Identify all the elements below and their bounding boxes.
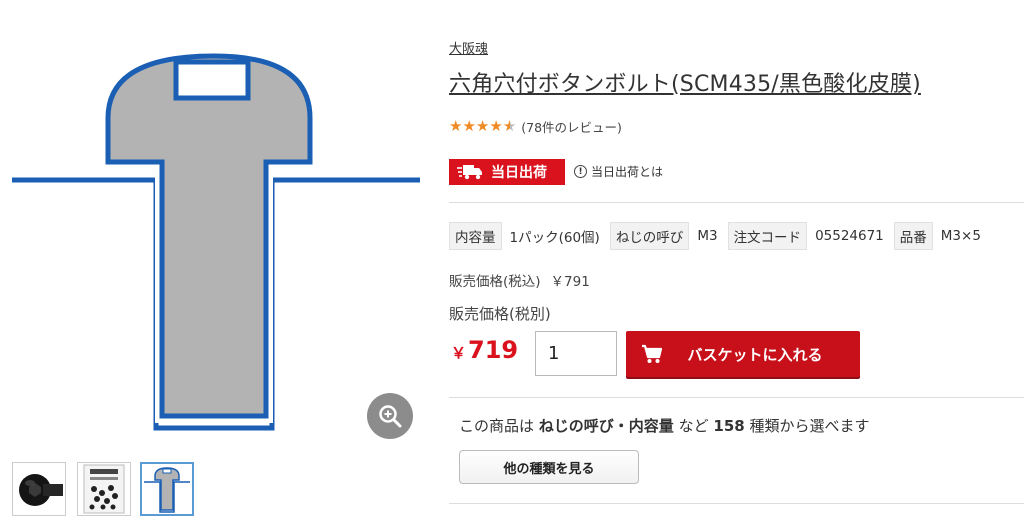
truck-icon (457, 164, 483, 180)
variant-suffix: 種類から選べます (749, 417, 870, 435)
thumbnail-3[interactable] (140, 462, 194, 516)
variant-middle: など (678, 417, 709, 435)
price-currency: ￥ (451, 344, 467, 362)
brand-link[interactable]: 大阪魂 (449, 38, 488, 57)
screw-cross-section-diagram (12, 48, 420, 431)
variant-prefix: この商品は (459, 417, 535, 435)
spec-value: M3 (697, 228, 718, 244)
screw-diagram-thumbnail (144, 467, 190, 513)
zoom-in-icon (379, 405, 402, 428)
spec-label: ねじの呼び (609, 222, 690, 250)
add-to-basket-button[interactable]: バスケットに入れる (626, 331, 860, 377)
same-day-shipping-badge: 当日出荷 (449, 159, 565, 185)
variant-summary: この商品は ねじの呼び・内容量 など 158 種類から選べます (459, 415, 870, 436)
price-excluding-tax-label: 販売価格(税別) (449, 305, 551, 323)
package-photo (83, 464, 125, 514)
spec-label: 品番 (893, 222, 933, 250)
shipping-help-label: 当日出荷とは (591, 165, 664, 179)
view-other-variants-button[interactable]: 他の種類を見る (459, 450, 639, 484)
variant-count: 158 (713, 417, 745, 435)
cart-icon (632, 344, 672, 364)
spec-value: 05524671 (815, 228, 884, 244)
price-including-tax: 販売価格(税込) ￥791 (449, 270, 590, 290)
star-icon: ★ (449, 117, 463, 135)
variant-attributes: ねじの呼び・内容量 (538, 417, 674, 435)
black-button-bolt-photo (19, 474, 63, 506)
spec-label: 注文コード (727, 222, 808, 250)
same-day-shipping-help-link[interactable]: ! 当日出荷とは (574, 163, 663, 180)
price-value: 719 (468, 336, 519, 364)
product-title[interactable]: 六角穴付ボタンボルト(SCM435/黒色酸化皮膜) (449, 66, 921, 98)
quantity-input[interactable] (535, 331, 617, 376)
divider (449, 397, 1024, 398)
price-inc-value: ￥791 (550, 274, 590, 290)
product-main-image[interactable] (0, 40, 430, 450)
review-count-link[interactable]: (78件のレビュー) (521, 117, 622, 136)
add-to-basket-label: バスケットに入れる (687, 345, 823, 364)
divider (449, 503, 1024, 504)
spec-list: 内容量 1パック(60個) ねじの呼び M3 注文コード 05524671 品番… (449, 222, 991, 250)
price-inc-label: 販売価格(税込) (449, 274, 541, 290)
info-icon: ! (574, 165, 587, 178)
star-icon: ★ (489, 117, 503, 135)
half-star-icon: ★ (502, 117, 517, 135)
star-icon: ★ (475, 117, 490, 135)
star-icon: ★ (462, 117, 476, 135)
zoom-button[interactable] (367, 393, 413, 439)
shipping-badge-label: 当日出荷 (491, 165, 547, 181)
thumbnail-1[interactable] (12, 462, 66, 516)
spec-value: M3×5 (940, 228, 981, 244)
spec-label: 内容量 (449, 222, 502, 250)
spec-value: 1パック(60個) (509, 230, 600, 246)
rating: ★ ★ ★ ★ ★ (78件のレビュー) (449, 117, 622, 136)
thumbnail-2[interactable] (77, 462, 131, 516)
price: ￥ 719 (451, 336, 518, 364)
divider (449, 202, 1024, 203)
